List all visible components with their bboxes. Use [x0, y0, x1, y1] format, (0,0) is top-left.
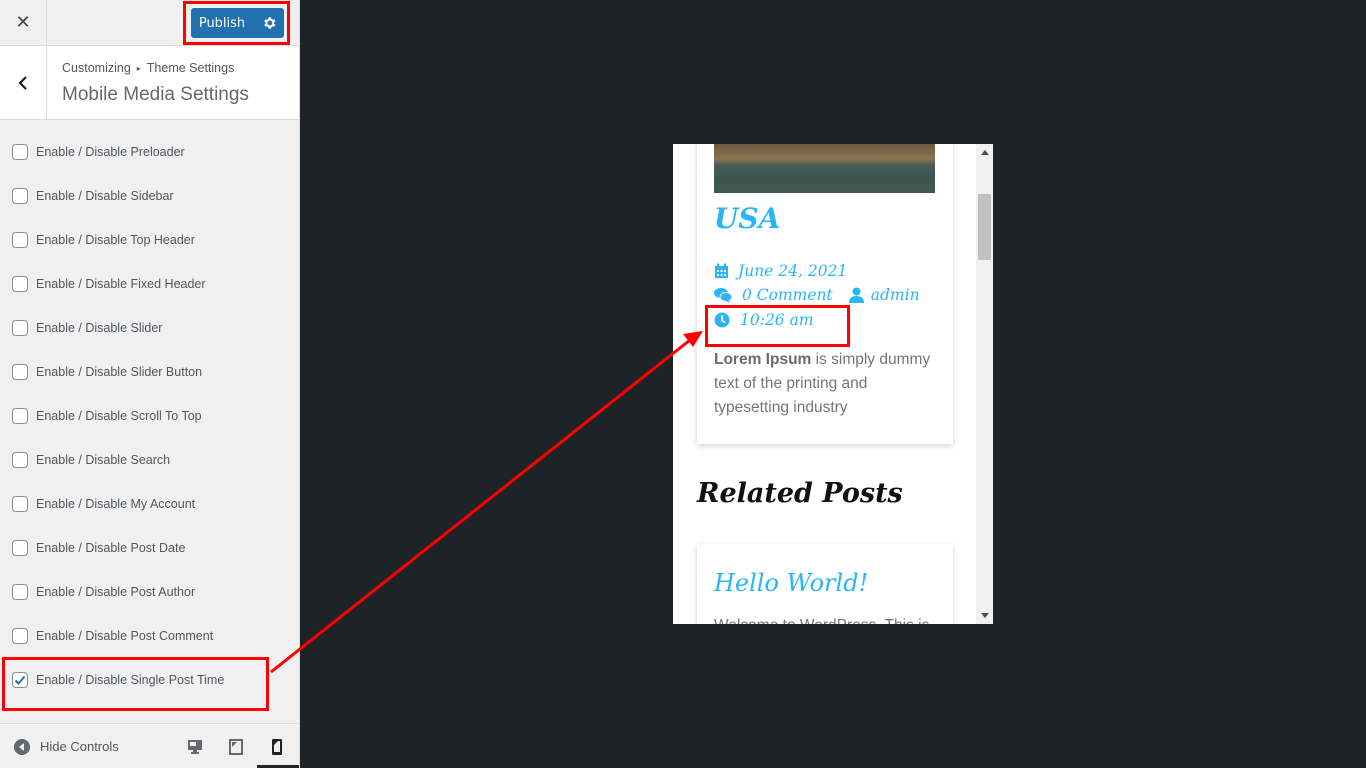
control-label: Enable / Disable Top Header — [36, 233, 195, 247]
site-preview-frame: USA June 24, 2021 0 Comment admin 10:26 … — [673, 144, 993, 624]
control-checkbox[interactable] — [12, 144, 28, 160]
related-post-excerpt: Welcome to WordPress. This is — [714, 617, 929, 624]
tablet-icon — [229, 738, 243, 755]
control-checkbox[interactable] — [12, 320, 28, 336]
customizer-topbar: ✕ Publish — [0, 0, 299, 46]
close-icon: ✕ — [15, 12, 31, 33]
post-title[interactable]: USA — [714, 202, 780, 235]
control-label: Enable / Disable Fixed Header — [36, 277, 206, 291]
breadcrumb-parent: Theme Settings — [146, 61, 235, 75]
control-label: Enable / Disable Slider — [36, 321, 163, 335]
clock-icon — [714, 312, 730, 328]
control-item[interactable]: Enable / Disable Scroll To Top — [0, 394, 299, 438]
control-label: Enable / Disable Post Date — [36, 541, 186, 555]
control-checkbox[interactable] — [12, 540, 28, 556]
post-excerpt: Lorem Ipsum is simply dummy text of the … — [714, 348, 944, 420]
preview-scrollbar[interactable] — [976, 144, 993, 624]
control-checkbox[interactable] — [12, 628, 28, 644]
control-item[interactable]: Enable / Disable Fixed Header — [0, 262, 299, 306]
post-time: 10:26 am — [714, 311, 814, 329]
control-label: Enable / Disable Slider Button — [36, 365, 203, 379]
gear-icon — [263, 17, 275, 29]
post-time-value: 10:26 am — [740, 311, 814, 329]
scroll-down-button[interactable] — [976, 607, 993, 624]
control-label: Enable / Disable Search — [36, 453, 171, 467]
control-checkbox[interactable] — [12, 452, 28, 468]
control-item[interactable]: Enable / Disable Search — [0, 438, 299, 482]
customizer-footer: Hide Controls — [0, 723, 299, 768]
control-checkbox[interactable] — [12, 364, 28, 380]
publish-settings-button[interactable] — [253, 8, 284, 38]
control-label: Enable / Disable Single Post Time — [36, 673, 225, 687]
control-item[interactable]: Enable / Disable My Account — [0, 482, 299, 526]
control-label: Enable / Disable My Account — [36, 497, 196, 511]
control-item[interactable]: Enable / Disable Preloader — [0, 130, 299, 174]
control-checkbox[interactable] — [12, 188, 28, 204]
control-checkbox[interactable] — [12, 584, 28, 600]
customizer-sidebar: ✕ Publish Customizing ▸ Theme Settings Mob… — [0, 0, 300, 768]
control-item[interactable]: Enable / Disable Post Date — [0, 526, 299, 570]
preview-desktop-button[interactable] — [175, 724, 215, 768]
post-excerpt-bold: Lorem Ipsum — [714, 351, 812, 368]
preview-mobile-button[interactable] — [257, 724, 299, 768]
control-label: Enable / Disable Preloader — [36, 145, 185, 159]
post-comments-link[interactable]: 0 Comment — [742, 286, 833, 304]
publish-button-group: Publish — [191, 8, 284, 38]
control-label: Enable / Disable Scroll To Top — [36, 409, 202, 423]
comments-icon — [714, 287, 732, 303]
breadcrumb-separator-icon: ▸ — [136, 64, 141, 73]
caret-down-icon — [980, 613, 989, 618]
control-item[interactable]: Enable / Disable Top Header — [0, 218, 299, 262]
control-item[interactable]: Enable / Disable Slider Button — [0, 350, 299, 394]
section-header: Customizing ▸ Theme Settings Mobile Media … — [0, 46, 299, 120]
mobile-icon — [272, 738, 282, 755]
control-label: Enable / Disable Sidebar — [36, 189, 174, 203]
post-date: June 24, 2021 — [714, 262, 847, 280]
user-icon — [848, 287, 865, 303]
control-checkbox[interactable] — [12, 276, 28, 292]
control-item[interactable]: Enable / Disable Post Comment — [0, 614, 299, 658]
control-checkbox[interactable] — [12, 232, 28, 248]
hide-controls-button[interactable]: Hide Controls — [13, 724, 119, 768]
control-checkbox[interactable] — [12, 672, 28, 688]
publish-button[interactable]: Publish — [191, 8, 253, 38]
control-item[interactable]: Enable / Disable Sidebar — [0, 174, 299, 218]
checkmark-icon — [14, 675, 26, 685]
related-post-title[interactable]: Hello World! — [714, 569, 868, 597]
calendar-icon — [714, 263, 730, 279]
back-button[interactable] — [0, 46, 47, 119]
breadcrumb-root: Customizing — [62, 61, 131, 75]
control-item[interactable]: Enable / Disable Slider — [0, 306, 299, 350]
chevron-left-icon — [18, 75, 27, 90]
post-meta-row: 0 Comment admin — [714, 286, 920, 304]
related-posts-heading: Related Posts — [697, 478, 903, 509]
section-title: Mobile Media Settings — [62, 84, 249, 105]
controls-list: Enable / Disable Preloader Enable / Disab… — [0, 130, 299, 702]
control-label: Enable / Disable Post Author — [36, 585, 196, 599]
control-checkbox[interactable] — [12, 496, 28, 512]
scroll-up-button[interactable] — [976, 144, 993, 161]
breadcrumb: Customizing ▸ Theme Settings — [62, 61, 234, 75]
preview-tablet-button[interactable] — [216, 724, 256, 768]
control-item[interactable]: Enable / Disable Single Post Time — [0, 658, 299, 702]
desktop-icon — [188, 739, 202, 754]
post-featured-image — [714, 144, 935, 193]
post-date-link[interactable]: June 24, 2021 — [738, 262, 847, 280]
collapse-arrow-icon — [14, 738, 30, 755]
control-checkbox[interactable] — [12, 408, 28, 424]
close-customizer-button[interactable]: ✕ — [0, 0, 47, 45]
hide-controls-label: Hide Controls — [40, 739, 119, 754]
post-author-link[interactable]: admin — [871, 286, 920, 304]
scrollbar-thumb[interactable] — [978, 194, 991, 260]
control-label: Enable / Disable Post Comment — [36, 629, 214, 643]
caret-up-icon — [980, 150, 989, 155]
control-item[interactable]: Enable / Disable Post Author — [0, 570, 299, 614]
